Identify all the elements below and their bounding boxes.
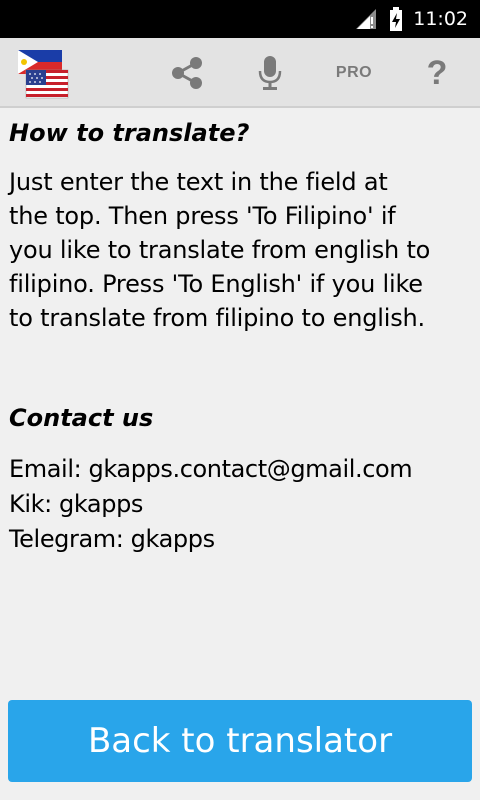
contact-email: Email: gkapps.contact@gmail.com (9, 455, 413, 483)
back-to-translator-button[interactable]: Back to translator (8, 700, 472, 782)
microphone-button[interactable] (244, 38, 296, 108)
battery-charging-icon (390, 7, 402, 31)
contact-telegram: Telegram: gkapps (9, 525, 215, 553)
clock-time: 11:02 (413, 8, 468, 30)
signal-icon (356, 9, 376, 29)
share-icon (172, 57, 202, 89)
status-bar: 11:02 (0, 0, 480, 38)
howto-line: the top. Then press 'To Filipino' if (9, 202, 396, 230)
howto-line: to translate from filipino to english. (9, 304, 425, 332)
app-toolbar: PRO ? (0, 38, 480, 108)
howto-title: How to translate? (9, 119, 250, 147)
contact-details: Email: gkapps.contact@gmail.com Kik: gka… (9, 452, 479, 557)
howto-body: Just enter the text in the field at the … (9, 165, 474, 335)
howto-line: filipino. Press 'To English' if you like (9, 270, 423, 298)
share-button[interactable] (160, 38, 214, 108)
help-button[interactable]: ? (412, 38, 462, 108)
contact-kik: Kik: gkapps (9, 490, 144, 518)
pro-button[interactable]: PRO (324, 38, 384, 108)
microphone-icon (258, 56, 282, 90)
help-content: How to translate? Just enter the text in… (9, 113, 474, 553)
flags-logo[interactable] (16, 48, 70, 100)
howto-line: Just enter the text in the field at (9, 168, 388, 196)
contact-title: Contact us (9, 404, 154, 432)
howto-line: you like to translate from english to (9, 236, 431, 264)
